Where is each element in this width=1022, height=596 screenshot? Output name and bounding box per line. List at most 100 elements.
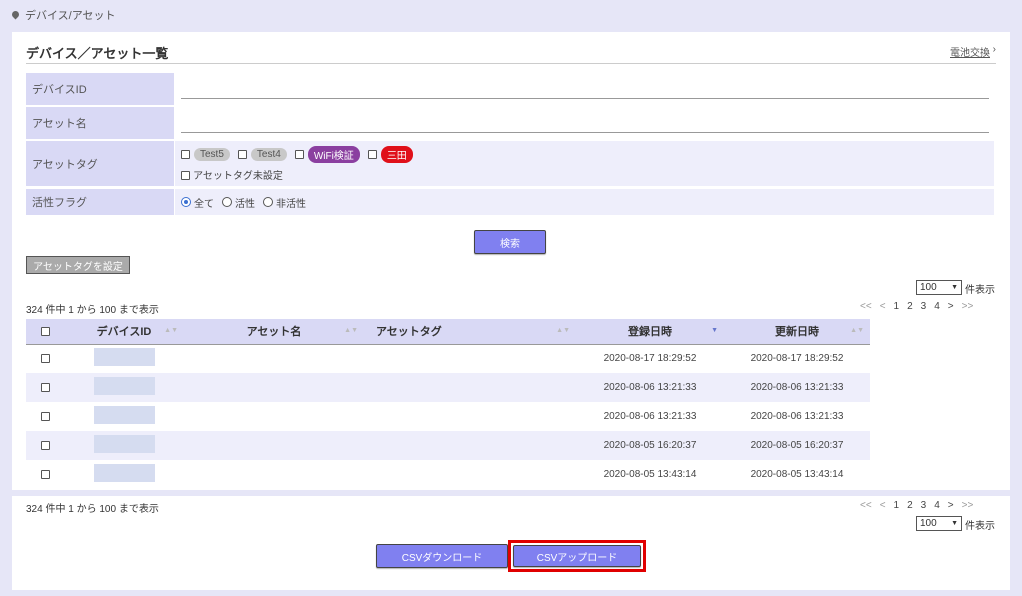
updated-cell: 2020-08-05 16:20:37	[750, 440, 844, 451]
tag-checkbox-wifi[interactable]	[294, 149, 304, 159]
header-asset-name[interactable]: アセット名 ▲▼	[184, 319, 364, 344]
updated-cell: 2020-08-17 18:29:52	[750, 353, 844, 365]
battery-replace-link[interactable]: 電池交換	[950, 44, 990, 59]
tag-unset-option: アセットタグ未設定	[181, 167, 283, 182]
registered-cell: 2020-08-05 13:43:14	[603, 469, 697, 480]
updated-cell: 2020-08-06 13:21:33	[750, 411, 844, 422]
device-id-label: デバイスID	[26, 73, 174, 105]
device-id-cell[interactable]	[93, 435, 155, 453]
select-all-header	[26, 319, 64, 344]
tag-checkbox-test5[interactable]	[181, 149, 190, 159]
registered-cell: 2020-08-06 13:21:33	[603, 382, 697, 393]
pager-page-2[interactable]: 2	[907, 301, 913, 312]
map-pin-icon	[10, 9, 21, 19]
row-checkbox[interactable]	[40, 469, 50, 479]
per-page-value-top: 100	[920, 282, 937, 293]
device-id-field-wrap	[175, 73, 994, 105]
radio-inactive-label: 非活性	[276, 198, 306, 210]
asset-name-cell	[184, 431, 364, 460]
main-card: デバイス／アセット一覧 電池交換 › デバイスID アセット名 アセットタグ T…	[12, 32, 1010, 490]
radio-all[interactable]	[181, 197, 191, 207]
pager-page-3[interactable]: 3	[921, 301, 927, 312]
device-id-cell[interactable]	[93, 464, 155, 482]
tag-checkbox-mita[interactable]	[367, 149, 377, 159]
chevron-down-icon: ▼	[951, 520, 958, 527]
radio-active-label: 活性	[235, 198, 255, 210]
table-header-row: デバイスID ▲▼ アセット名 ▲▼ アセットタグ ▲▼ 登録日時 ▼ 更新日時 ▲▼	[26, 319, 870, 344]
row-checkbox[interactable]	[40, 411, 50, 421]
device-id-cell[interactable]	[93, 406, 155, 424]
breadcrumb: デバイス/アセット	[10, 7, 116, 23]
asset-name-cell	[184, 373, 364, 402]
chevron-right-icon: ›	[992, 44, 996, 55]
radio-all-label: 全て	[194, 198, 214, 210]
header-device-id[interactable]: デバイスID ▲▼	[64, 319, 184, 344]
device-id-row: デバイスID	[26, 73, 994, 105]
radio-active[interactable]	[222, 197, 232, 207]
asset-tag-field: Test5 Test4 WiFi検証 三田 アセットタグ未設定	[175, 141, 994, 186]
device-id-cell[interactable]	[93, 377, 155, 395]
table-row: 2020-08-05 16:20:37 2020-08-05 16:20:37	[26, 431, 870, 460]
asset-tag-row: アセットタグ Test5 Test4 WiFi検証 三田 アセットタグ未設定	[26, 141, 994, 186]
csv-upload-button[interactable]: CSVアップロード	[513, 545, 641, 567]
asset-name-label: アセット名	[26, 107, 174, 139]
asset-tag-cell	[364, 373, 576, 402]
breadcrumb-label: デバイス/アセット	[25, 10, 116, 22]
active-flag-row: 活性フラグ 全て 活性 非活性	[26, 189, 994, 215]
pager-prev[interactable]: <	[880, 301, 886, 312]
asset-name-input[interactable]	[181, 113, 989, 133]
pager-page-1[interactable]: 1	[894, 500, 900, 511]
sort-icon: ▲▼	[850, 327, 864, 334]
pager-first[interactable]: <<	[860, 301, 872, 312]
pager-next[interactable]: >	[948, 500, 954, 511]
per-page-label-top: 件表示	[965, 285, 995, 296]
pager-prev[interactable]: <	[880, 500, 886, 511]
table-row: 2020-08-06 13:21:33 2020-08-06 13:21:33	[26, 402, 870, 431]
pagination-top: << < 1 2 3 4 > >>	[860, 301, 973, 312]
pager-page-1[interactable]: 1	[894, 301, 900, 312]
tag-unset-checkbox[interactable]	[181, 171, 190, 181]
device-id-input[interactable]	[181, 79, 989, 99]
asset-name-cell	[184, 344, 364, 373]
radio-inactive[interactable]	[263, 197, 273, 207]
search-button[interactable]: 検索	[474, 230, 546, 254]
csv-download-button[interactable]: CSVダウンロード	[376, 544, 508, 568]
asset-tag-cell	[364, 344, 576, 373]
tag-checkbox-test4[interactable]	[237, 149, 247, 159]
updated-cell: 2020-08-05 13:43:14	[750, 469, 844, 480]
pager-last[interactable]: >>	[962, 500, 974, 511]
row-checkbox[interactable]	[40, 440, 50, 450]
header-updated[interactable]: 更新日時 ▲▼	[724, 319, 870, 344]
per-page-select-bottom[interactable]: 100 ▼	[916, 516, 962, 531]
row-checkbox[interactable]	[40, 382, 50, 392]
table-row: 2020-08-06 13:21:33 2020-08-06 13:21:33	[26, 373, 870, 402]
table-row: 2020-08-05 13:43:14 2020-08-05 13:43:14	[26, 460, 870, 489]
asset-name-field-wrap	[175, 107, 994, 139]
pager-next[interactable]: >	[948, 301, 954, 312]
header-registered[interactable]: 登録日時 ▼	[576, 319, 724, 344]
asset-tag-cell	[364, 431, 576, 460]
active-flag-field: 全て 活性 非活性	[175, 189, 994, 215]
asset-name-row: アセット名	[26, 107, 994, 139]
pager-first[interactable]: <<	[860, 500, 872, 511]
page-title: デバイス／アセット一覧	[26, 46, 169, 61]
tag-options: Test5 Test4 WiFi検証 三田	[181, 145, 421, 163]
per-page-value-bottom: 100	[920, 518, 937, 529]
select-all-checkbox[interactable]	[40, 326, 50, 336]
pager-last[interactable]: >>	[962, 301, 974, 312]
row-checkbox[interactable]	[40, 354, 50, 364]
per-page-select-top[interactable]: 100 ▼	[916, 280, 962, 295]
tag-unset-label: アセットタグ未設定	[193, 170, 283, 182]
registered-cell: 2020-08-17 18:29:52	[603, 353, 697, 365]
chevron-down-icon: ▼	[951, 284, 958, 291]
device-id-cell[interactable]	[93, 348, 155, 367]
pager-page-4[interactable]: 4	[934, 500, 940, 511]
pager-page-3[interactable]: 3	[921, 500, 927, 511]
pager-page-4[interactable]: 4	[934, 301, 940, 312]
sort-icon: ▲▼	[164, 327, 178, 334]
registered-cell: 2020-08-05 16:20:37	[603, 440, 697, 451]
set-asset-tag-button[interactable]: アセットタグを設定	[26, 256, 130, 274]
tag-badge-wifi: WiFi検証	[307, 145, 360, 163]
header-asset-tag[interactable]: アセットタグ ▲▼	[364, 319, 576, 344]
pager-page-2[interactable]: 2	[907, 500, 913, 511]
